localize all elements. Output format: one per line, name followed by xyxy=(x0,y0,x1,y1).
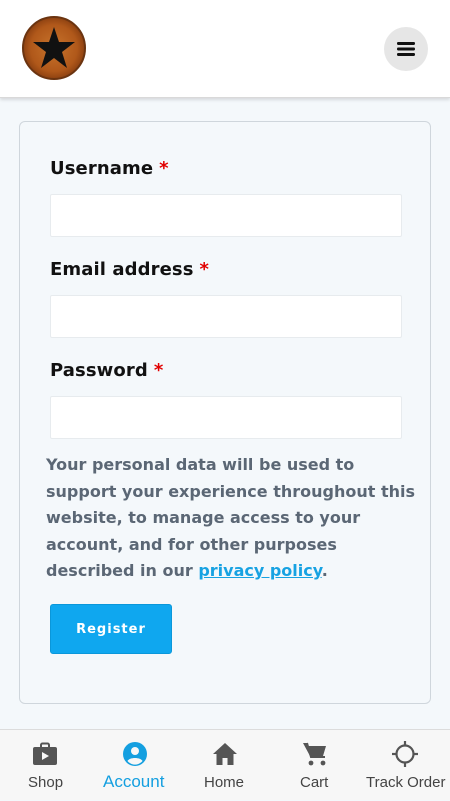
menu-button[interactable] xyxy=(384,27,428,71)
home-icon xyxy=(211,740,239,768)
shop-bag-icon xyxy=(31,740,59,768)
account-icon xyxy=(121,740,149,768)
app-header xyxy=(0,0,450,98)
nav-label-home: Home xyxy=(204,774,245,791)
nav-label-cart: Cart xyxy=(300,774,329,791)
password-input[interactable] xyxy=(50,396,402,439)
nav-item-track-order[interactable]: Track Order xyxy=(360,730,450,801)
star-icon xyxy=(33,27,75,68)
username-label: Username * xyxy=(50,158,169,179)
required-mark: * xyxy=(153,360,164,381)
email-label: Email address * xyxy=(50,259,210,280)
hamburger-menu-icon xyxy=(397,42,415,56)
nav-label-track-order: Track Order xyxy=(366,774,446,791)
register-button[interactable]: Register xyxy=(50,604,172,654)
required-mark: * xyxy=(159,158,169,179)
nav-item-cart[interactable]: Cart xyxy=(270,730,360,801)
nav-item-account[interactable]: Account xyxy=(90,730,180,801)
password-label: Password * xyxy=(50,360,164,381)
nav-item-home[interactable]: Home xyxy=(180,730,270,801)
username-input[interactable] xyxy=(50,194,402,237)
privacy-policy-link[interactable]: privacy policy xyxy=(198,561,321,580)
nav-label-shop: Shop xyxy=(28,774,64,791)
star-logo[interactable] xyxy=(22,16,86,80)
register-form: Username * Email address * Password * Your … xyxy=(19,121,431,704)
bottom-navigation: Shop Account Home Cart Track Order xyxy=(0,729,450,800)
email-input[interactable] xyxy=(50,295,402,338)
cart-icon xyxy=(301,740,329,768)
nav-item-shop[interactable]: Shop xyxy=(0,730,90,801)
track-order-icon xyxy=(391,740,419,768)
required-mark: * xyxy=(199,259,210,280)
nav-label-account: Account xyxy=(103,772,165,791)
privacy-notice: Your personal data will be used to suppo… xyxy=(46,455,415,580)
